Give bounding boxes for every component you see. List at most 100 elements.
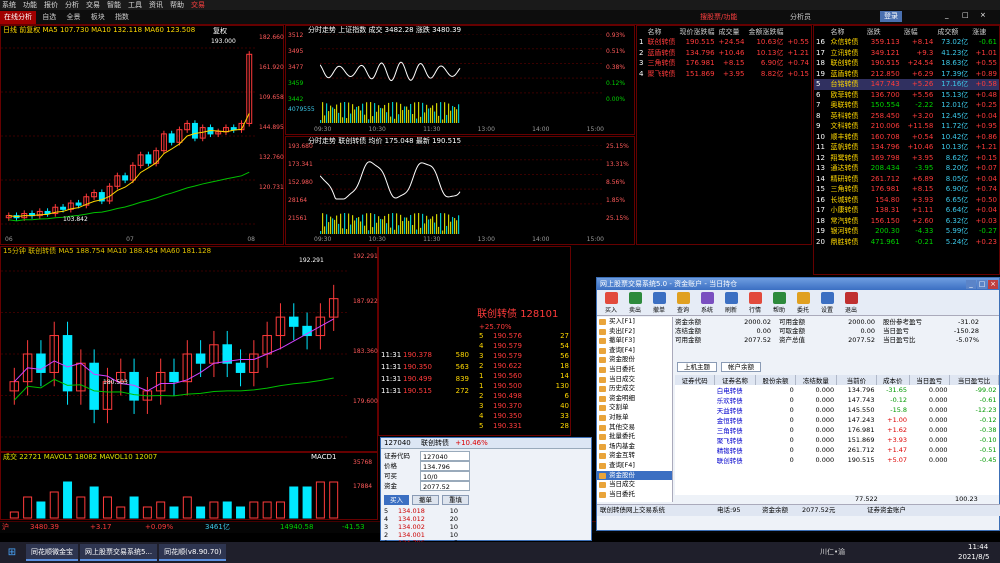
- tree-item[interactable]: 当日成交: [597, 375, 672, 385]
- quote-panel[interactable]: 联创转债 128101 +25.70% 5 190.576 27 4 190.579 54…: [378, 246, 571, 436]
- holdings-row[interactable]: 乐欢转债 0 0.000 147.743 -0.12 0.000 -0.61: [675, 395, 999, 405]
- toolbar-button-9[interactable]: 设置: [815, 291, 839, 314]
- task-app-1[interactable]: 同花顺微金宝: [26, 544, 78, 561]
- tree-item[interactable]: 查询[F4]: [597, 461, 672, 471]
- watch-row[interactable]: 7 奥联转债 150.554 -2.22 12.01亿 +0.25: [814, 100, 999, 111]
- win-close-button[interactable]: ×: [988, 280, 998, 289]
- tree-item[interactable]: 资金互转: [597, 451, 672, 461]
- tree-item[interactable]: 查询[F4]: [597, 346, 672, 356]
- holdings-panel[interactable]: 证券代码 证券名称 股份余额 冻结数量 当前价 成本价 当日盈亏 当日盈亏比 白电转债 0 0.0…: [675, 375, 999, 495]
- cb-intraday-panel[interactable]: 分时走势 联创转债 均价 175.048 最新 190.515 193.680 …: [285, 136, 635, 245]
- watch-row[interactable]: 18 联创转债 190.515 +24.54 18.63亿 +0.55: [814, 58, 999, 69]
- watch-row[interactable]: 20 鼎胜转债 471.961 -0.21 5.24亿 +0.23: [814, 237, 999, 248]
- balance-button[interactable]: 帐户余额: [721, 362, 761, 372]
- minimize-button[interactable]: _: [945, 11, 949, 19]
- close-button[interactable]: ×: [980, 11, 986, 19]
- tab-online[interactable]: 在线分析: [0, 11, 36, 24]
- win-minimize-button[interactable]: _: [966, 280, 976, 289]
- watch-row[interactable]: 18 常汽转债 156.150 +2.60 6.32亿 +0.03: [814, 216, 999, 227]
- order-field-value[interactable]: 2077.52: [420, 481, 470, 491]
- order-field-value[interactable]: 134.796: [420, 461, 470, 471]
- toolbar-button-3[interactable]: 查询: [671, 291, 695, 314]
- minute-kline-panel[interactable]: 15分钟 联创转债 MA5 188.754 MA10 188.454 MA60 …: [0, 246, 378, 452]
- vol-macd-label[interactable]: MACD1: [311, 453, 336, 461]
- watch-row[interactable]: 19 银河转债 200.30 -4.33 5.99亿 -0.27: [814, 226, 999, 237]
- tree-item[interactable]: 卖出[F2]: [597, 327, 672, 337]
- volume-panel[interactable]: 成交 22721 MAVOL5 18082 MAVOL10 12007 MACD…: [0, 452, 378, 520]
- menu-quote[interactable]: 报价: [44, 0, 58, 10]
- tab-self[interactable]: 自选: [38, 11, 60, 24]
- watch-row[interactable]: 17 小康转债 138.31 +1.11 6.64亿 +0.04: [814, 205, 999, 216]
- theme-button[interactable]: 上机主题: [677, 362, 717, 372]
- menu-trade-hl[interactable]: 交易: [191, 0, 205, 10]
- menu-function[interactable]: 功能: [23, 0, 37, 10]
- tree-item[interactable]: 当日委托: [597, 490, 672, 500]
- login-button[interactable]: 登录: [880, 11, 902, 22]
- start-icon[interactable]: ⊞: [0, 542, 24, 563]
- menu-help[interactable]: 帮助: [170, 0, 184, 10]
- watch-row[interactable]: 16 众信转债 359.113 +8.14 73.02亿 -0.61: [814, 37, 999, 48]
- toolbar-button-7[interactable]: 帮助: [767, 291, 791, 314]
- holdings-row[interactable]: 三角转债 0 0.000 176.981 +1.62 0.000 -0.38: [675, 425, 999, 435]
- tab-block[interactable]: 板块: [87, 11, 109, 24]
- search-hint[interactable]: 搜股票/功能: [700, 12, 737, 22]
- trading-window[interactable]: 网上股票交易系统5.0 - 资金账户 - 当日持仓 _ □ × 买入 卖出 撤单 查询 系统…: [596, 277, 1000, 531]
- daily-kline-panel[interactable]: 日线 前复权 MA5 107.730 MA10 132.118 MA60 123…: [0, 25, 284, 245]
- holdings-row[interactable]: 白电转债 0 0.000 134.796 -31.65 0.000 -99.02: [675, 385, 999, 395]
- watch-row[interactable]: 19 蓝盾转债 212.850 +6.29 17.39亿 +0.89: [814, 69, 999, 80]
- toolbar-button-10[interactable]: 退出: [839, 291, 863, 314]
- toolbar-button-0[interactable]: 买入: [599, 291, 623, 314]
- tree-item[interactable]: 历史成交: [597, 384, 672, 394]
- watch-row[interactable]: 17 立讯转债 349.121 +9.3 41.23亿 +1.01: [814, 48, 999, 59]
- watch-row[interactable]: 13 通达转债 208.434 -3.95 8.20亿 +0.07: [814, 163, 999, 174]
- top-ranking-panel[interactable]: 名称 现价涨跌幅 成交量 金额涨跌幅 1 联创转债 190.515 +24.54 10.63亿…: [636, 25, 812, 245]
- order-field-value[interactable]: 127040: [420, 451, 470, 461]
- toolbar-button-1[interactable]: 卖出: [623, 291, 647, 314]
- holdings-row[interactable]: 联创转债 0 0.000 190.515 +5.07 0.000 -0.45: [675, 455, 999, 465]
- toolbar-button-6[interactable]: 行情: [743, 291, 767, 314]
- watch-row[interactable]: 10 顺丰转债 160.708 +0.54 10.42亿 +0.86: [814, 132, 999, 143]
- top-row[interactable]: 3 三角转债 176.981 +8.15 6.90亿 +0.74: [637, 58, 811, 69]
- top-row[interactable]: 4 聚飞转债 151.869 +3.95 8.82亿 +0.15: [637, 69, 811, 80]
- win-maximize-button[interactable]: □: [977, 280, 987, 289]
- watch-row[interactable]: 11 蓝帆转债 134.796 +10.46 10.13亿 +1.21: [814, 142, 999, 153]
- toolbar-button-8[interactable]: 委托: [791, 291, 815, 314]
- tree-item[interactable]: 资金股份: [597, 470, 672, 481]
- tab-all[interactable]: 全景: [62, 11, 84, 24]
- menu-news[interactable]: 资讯: [149, 0, 163, 10]
- toolbar-button-4[interactable]: 系统: [695, 291, 719, 314]
- tree-item[interactable]: 批量委托: [597, 432, 672, 442]
- watch-row[interactable]: 8 英科转债 258.450 +3.20 12.45亿 +0.04: [814, 111, 999, 122]
- buy-button[interactable]: 买入: [384, 495, 409, 505]
- watch-row[interactable]: 9 文科转债 210.006 +11.58 11.72亿 +0.95: [814, 121, 999, 132]
- menu-trade[interactable]: 交易: [86, 0, 100, 10]
- task-app-2[interactable]: 网上股票交易系统5...: [80, 544, 158, 561]
- index-intraday-panel[interactable]: 分时走势 上证指数 成交 3482.28 涨跌 3480.39 3512 349…: [285, 25, 635, 135]
- tree-item[interactable]: 对账单: [597, 413, 672, 423]
- menu-analysis[interactable]: 分析: [65, 0, 79, 10]
- watch-row[interactable]: 16 长城转债 154.80 +3.93 6.65亿 +0.50: [814, 195, 999, 206]
- tree-item[interactable]: 资金明细: [597, 394, 672, 404]
- maximize-button[interactable]: □: [962, 11, 969, 19]
- task-app-3[interactable]: 同花顺(v8.90.70): [159, 544, 227, 561]
- holdings-row[interactable]: 精锻转债 0 0.000 261.712 +1.47 0.000 -0.51: [675, 445, 999, 455]
- tree-item[interactable]: 买入[F1]: [597, 317, 672, 327]
- menu-smart[interactable]: 智能: [107, 0, 121, 10]
- tab-index[interactable]: 指数: [111, 11, 133, 24]
- toolbar-button-5[interactable]: 刷新: [719, 291, 743, 314]
- watch-row[interactable]: 6 欧菲转债 136.700 +5.56 15.13亿 +0.48: [814, 90, 999, 101]
- watchlist-panel[interactable]: 名称 涨跌 涨幅 成交额 涨速 16 众信转债 359.113 +8.14 73.02亿 -0.6…: [813, 25, 1000, 275]
- watch-row[interactable]: 12 翔鹭转债 169.798 +3.95 8.62亿 +0.15: [814, 153, 999, 164]
- top-row[interactable]: 1 联创转债 190.515 +24.54 10.63亿 +0.55: [637, 37, 811, 48]
- tree-item[interactable]: 当日委托: [597, 365, 672, 375]
- tree-item[interactable]: 当日成交: [597, 480, 672, 490]
- holdings-row[interactable]: 天益转债 0 0.000 145.550 -15.8 0.000 -12.23: [675, 405, 999, 415]
- order-field-value[interactable]: 10/0: [420, 471, 470, 481]
- daily-right-label[interactable]: 复权: [213, 26, 227, 36]
- watch-row[interactable]: 5 台铭转债 147.743 +5.26 17.16亿 +0.58: [814, 79, 999, 90]
- tree-item[interactable]: 其他交易: [597, 423, 672, 433]
- holdings-row[interactable]: 聚飞转债 0 0.000 151.869 +3.93 0.000 -0.10: [675, 435, 999, 445]
- menu-tools[interactable]: 工具: [128, 0, 142, 10]
- menu-system[interactable]: 系统: [2, 0, 16, 10]
- tree-item[interactable]: 场内基金: [597, 442, 672, 452]
